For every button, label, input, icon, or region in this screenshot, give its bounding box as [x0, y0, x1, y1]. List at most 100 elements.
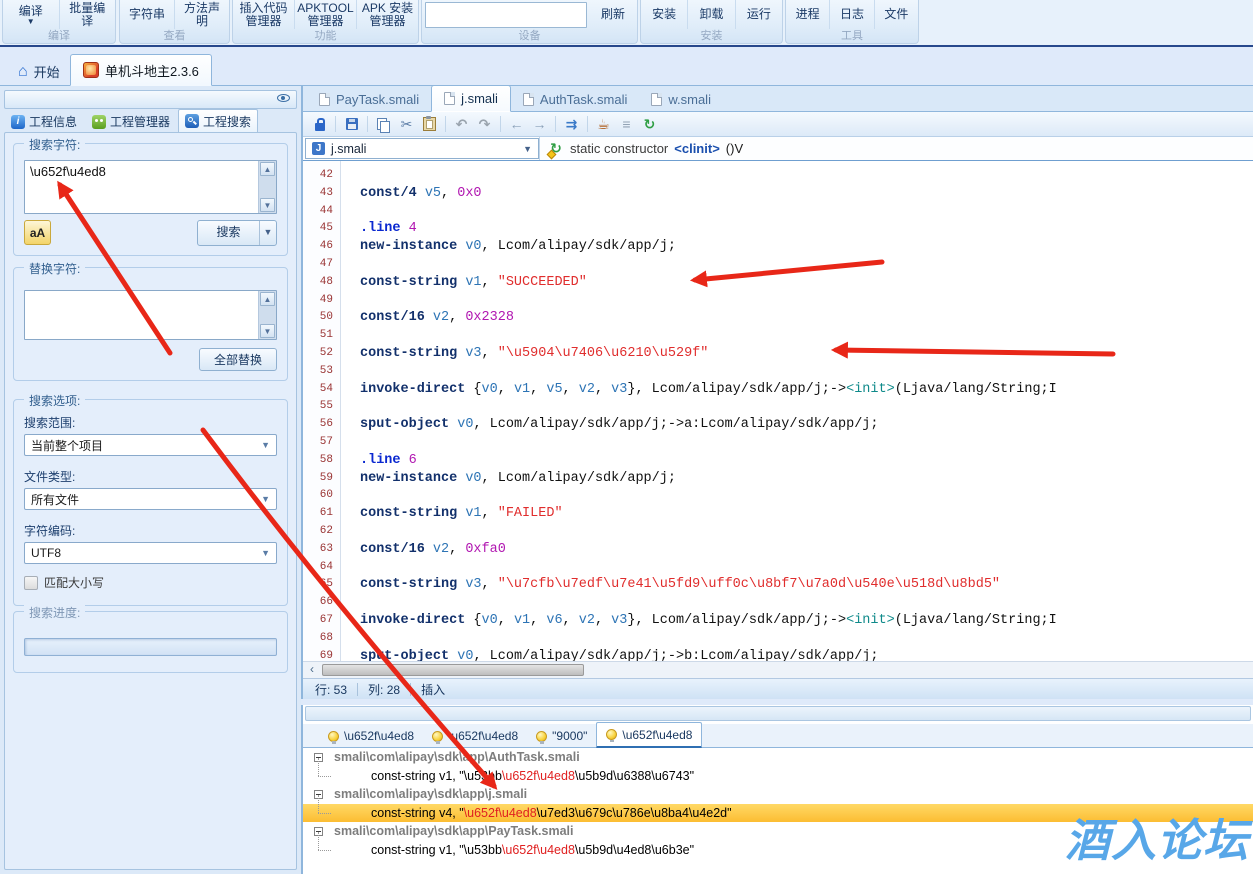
home-icon: ⌂: [18, 65, 28, 79]
checkbox-icon[interactable]: [24, 576, 38, 590]
scroll-left-icon[interactable]: ‹: [305, 663, 319, 677]
editor-tab[interactable]: AuthTask.smali: [511, 87, 639, 111]
format-icon[interactable]: ⇉: [561, 114, 582, 134]
results-tab-label: \u652f\u4ed8: [622, 728, 692, 742]
forward-icon[interactable]: →: [529, 114, 550, 134]
code-line: const-string v1, "FAILED": [342, 505, 1253, 523]
paste-icon[interactable]: [419, 114, 440, 134]
font-button[interactable]: aA: [24, 220, 51, 245]
java-icon[interactable]: ☕: [593, 114, 614, 134]
code-line: new-instance v0, Lcom/alipay/sdk/app/j;: [342, 470, 1253, 488]
filetype-label: 文件类型:: [24, 468, 75, 485]
editor-tab[interactable]: j.smali: [431, 85, 511, 112]
result-file-row[interactable]: smali\com\alipay\sdk\app\j.smali: [303, 785, 1253, 804]
ribbon-group: 编译▼批量编译编译: [2, 0, 116, 44]
editor-hscrollbar[interactable]: ‹: [303, 661, 1253, 678]
ribbon-button[interactable]: 卸载: [687, 0, 734, 29]
result-file-row[interactable]: smali\com\alipay\sdk\app\AuthTask.smali: [303, 748, 1253, 767]
replace-all-button[interactable]: 全部替换: [199, 348, 277, 371]
ribbon-button[interactable]: 插入代码管理器: [233, 0, 294, 29]
scroll-down-icon[interactable]: ▼: [260, 198, 275, 212]
code-line: sput-object v0, Lcom/alipay/sdk/app/j;->…: [342, 648, 1253, 661]
filetype-select[interactable]: 所有文件▼: [24, 488, 277, 510]
code-editor[interactable]: 4243444546474849505152535455565758596061…: [303, 161, 1253, 661]
project-tab[interactable]: 单机斗地主2.3.6: [70, 54, 212, 86]
scope-select[interactable]: 当前整个项目▼: [24, 434, 277, 456]
eye-icon[interactable]: [277, 94, 290, 102]
code-line: const-string v1, "SUCCEEDED": [342, 274, 1253, 292]
replace-input-scrollbar[interactable]: ▲ ▼: [258, 291, 276, 339]
ribbon-button[interactable]: 安装: [641, 0, 687, 29]
line-number: 45: [320, 220, 333, 238]
replace-string-label: 替换字符:: [24, 260, 85, 277]
results-tab[interactable]: "9000": [527, 725, 596, 747]
divider: [587, 116, 588, 132]
watermark: 酒入论坛: [1065, 804, 1249, 869]
ribbon-button[interactable]: 文件: [874, 0, 918, 29]
method-combo[interactable]: ↻ static constructor <clinit> ()V: [539, 137, 1253, 160]
search-button[interactable]: 搜索 ▼: [197, 220, 277, 246]
ribbon-group: 刷新设备: [421, 0, 638, 44]
code-line: .line 4: [342, 220, 1253, 238]
device-list[interactable]: [425, 2, 587, 28]
copy-icon[interactable]: [373, 114, 394, 134]
results-tab-label: \u652f\u4ed8: [344, 729, 414, 743]
refresh-icon[interactable]: ↻: [639, 114, 660, 134]
sidebar-tab[interactable]: 工程管理器: [85, 110, 177, 133]
ribbon-button[interactable]: 进程: [786, 0, 829, 29]
match-case-checkbox[interactable]: 匹配大小写: [24, 574, 104, 591]
file-combo[interactable]: J j.smali ▼: [305, 138, 539, 159]
result-match-row[interactable]: const-string v1, "\u53bb\u652f\u4ed8\u5b…: [303, 767, 1253, 786]
encoding-label: 字符编码:: [24, 522, 75, 539]
sidebar-tab[interactable]: 工程搜索: [178, 109, 258, 133]
back-icon[interactable]: ←: [506, 114, 527, 134]
divider: [555, 116, 556, 132]
search-options-label: 搜索选项:: [24, 392, 85, 409]
scroll-up-icon[interactable]: ▲: [260, 292, 275, 306]
replace-input[interactable]: ▲ ▼: [24, 290, 277, 340]
redo-icon[interactable]: ↷: [474, 114, 495, 134]
search-string-label: 搜索字符:: [24, 136, 85, 153]
line-number: 63: [320, 541, 333, 559]
results-tab[interactable]: \u652f\u4ed8: [319, 725, 423, 747]
undo-icon[interactable]: ↶: [451, 114, 472, 134]
scroll-up-icon[interactable]: ▲: [260, 162, 275, 176]
search-icon: [185, 114, 199, 128]
ribbon-button[interactable]: 字符串: [120, 0, 174, 29]
editor-toolbar: ✂ ↶↷ ←→ ⇉ ☕≡↻: [303, 112, 1253, 137]
ribbon-button[interactable]: 批量编译: [59, 0, 116, 29]
ribbon-button[interactable]: 日志: [829, 0, 873, 29]
results-tab[interactable]: \u652f\u4ed8: [423, 725, 527, 747]
scroll-down-icon[interactable]: ▼: [260, 324, 275, 338]
results-tab[interactable]: \u652f\u4ed8: [596, 722, 702, 748]
sidebar-collapse-bar[interactable]: [4, 90, 297, 109]
lock-icon[interactable]: [309, 114, 330, 134]
ribbon-group-label: 设备: [422, 29, 637, 43]
ribbon-button[interactable]: 刷新: [589, 0, 637, 29]
results-panel-header[interactable]: [305, 706, 1251, 721]
search-input[interactable]: \u652f\u4ed8 ▲ ▼: [24, 160, 277, 214]
sidebar-tab[interactable]: i工程信息: [4, 110, 84, 133]
line-number: 61: [320, 505, 333, 523]
search-input-scrollbar[interactable]: ▲ ▼: [258, 161, 276, 213]
cut-icon[interactable]: ✂: [396, 114, 417, 134]
ribbon-button[interactable]: 编译▼: [3, 0, 59, 29]
lines-icon[interactable]: ≡: [616, 114, 637, 134]
ribbon-button[interactable]: APK 安装管理器: [356, 0, 418, 29]
save-icon[interactable]: [341, 114, 362, 134]
ribbon-button[interactable]: APKTOOL管理器: [294, 0, 356, 29]
code-line: invoke-direct {v0, v1, v6, v2, v3}, Lcom…: [342, 612, 1253, 630]
project-tab[interactable]: ⌂ 开始: [6, 57, 72, 86]
project-tab-label: 开始: [34, 62, 60, 81]
ribbon-button[interactable]: 方法声明: [174, 0, 229, 29]
ribbon-group: 进程日志文件工具: [785, 0, 919, 44]
search-button-label[interactable]: 搜索: [198, 221, 259, 245]
search-dropdown-arrow-icon[interactable]: ▼: [259, 221, 276, 245]
encoding-select[interactable]: UTF8▼: [24, 542, 277, 564]
scrollbar-thumb[interactable]: [322, 664, 584, 676]
editor-statusbar: 行: 53 列: 28 插入: [303, 678, 1253, 699]
editor-tab[interactable]: PayTask.smali: [307, 87, 431, 111]
ribbon-button[interactable]: 运行: [735, 0, 782, 29]
line-number: 42: [320, 167, 333, 185]
editor-tab[interactable]: w.smali: [639, 87, 723, 111]
